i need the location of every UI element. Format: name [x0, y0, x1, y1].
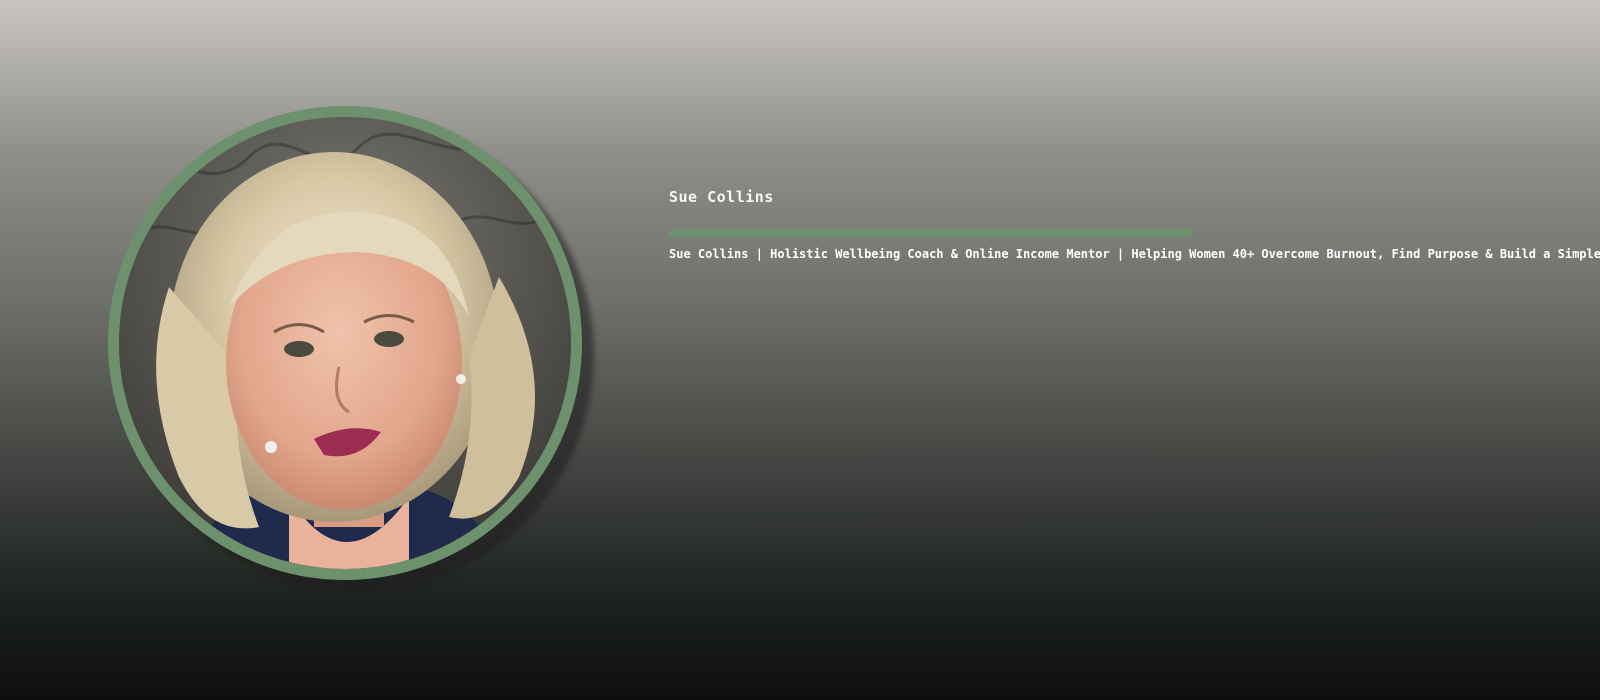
profile-photo: [108, 106, 582, 580]
hero-section: Sue Collins Sue Collins | Holistic Wellb…: [0, 0, 1600, 700]
accent-divider: [669, 229, 1191, 237]
profile-tagline: Sue Collins | Holistic Wellbeing Coach &…: [669, 247, 1600, 261]
profile-photo-frame: [108, 106, 594, 592]
portrait-image: [119, 117, 571, 569]
profile-name: Sue Collins: [669, 188, 774, 206]
